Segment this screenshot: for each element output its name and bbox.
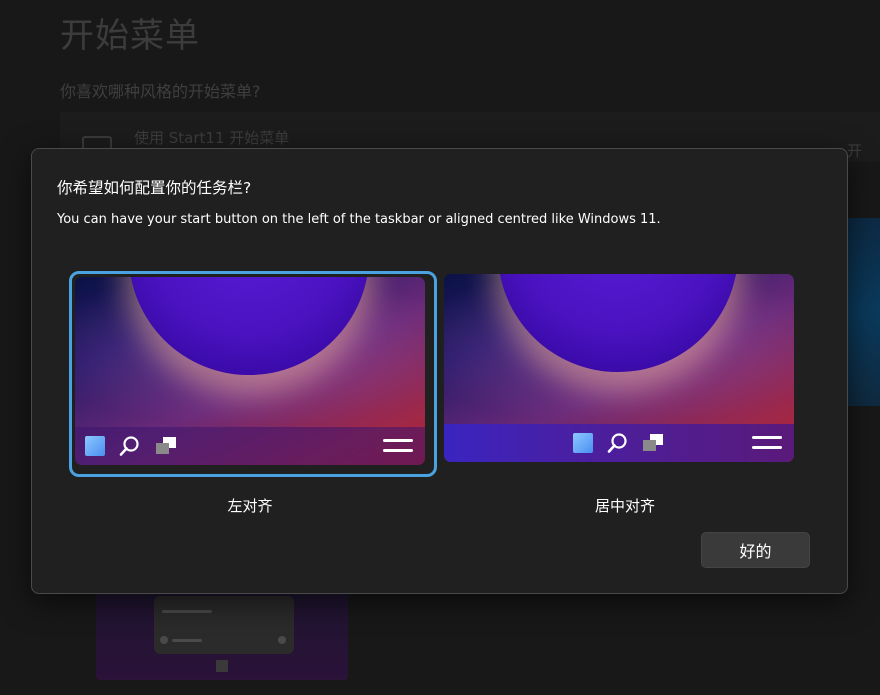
option-center-aligned[interactable]: 居中对齐 — [444, 271, 812, 515]
menu-icon — [383, 439, 413, 452]
style-question: 你喜欢哪种风格的开始菜单? — [60, 82, 261, 101]
left-aligned-preview — [75, 277, 425, 465]
preview-card — [154, 596, 294, 654]
background-right-text: 开 — [846, 142, 862, 160]
dialog-title: 你希望如何配置你的任务栏? — [57, 179, 252, 197]
task-view-icon — [643, 434, 663, 451]
ok-button[interactable]: 好的 — [701, 532, 810, 568]
page-title: 开始菜单 — [60, 16, 200, 56]
option-center-frame[interactable] — [444, 271, 809, 477]
preview-dot — [160, 636, 168, 644]
start-icon — [573, 433, 593, 453]
taskbar-config-dialog: 你希望如何配置你的任务栏? You can have your start bu… — [31, 148, 848, 594]
preview-line — [172, 639, 202, 642]
option-left-label[interactable]: 左对齐 — [69, 495, 431, 516]
option-center-label[interactable]: 居中对齐 — [444, 495, 806, 516]
preview-taskbar — [444, 424, 794, 462]
preview-line — [162, 610, 212, 613]
wallpaper-glow — [129, 277, 369, 375]
search-icon — [119, 436, 139, 456]
start-icon — [85, 436, 105, 456]
dialog-description: You can have your start button on the le… — [57, 212, 661, 227]
background-preview-right — [848, 218, 880, 406]
wallpaper-glow — [498, 274, 738, 372]
background-preview — [96, 590, 348, 680]
preview-dot — [278, 636, 286, 644]
option-left-aligned[interactable]: 左对齐 — [69, 271, 437, 515]
preview-start-icon — [216, 660, 228, 672]
start11-option-label: 使用 Start11 开始菜单 — [134, 129, 290, 147]
task-view-icon — [156, 437, 176, 454]
search-icon — [607, 433, 627, 453]
menu-icon — [752, 436, 782, 449]
option-left-frame[interactable] — [69, 271, 437, 477]
preview-taskbar — [75, 427, 425, 465]
center-aligned-preview — [444, 274, 794, 462]
